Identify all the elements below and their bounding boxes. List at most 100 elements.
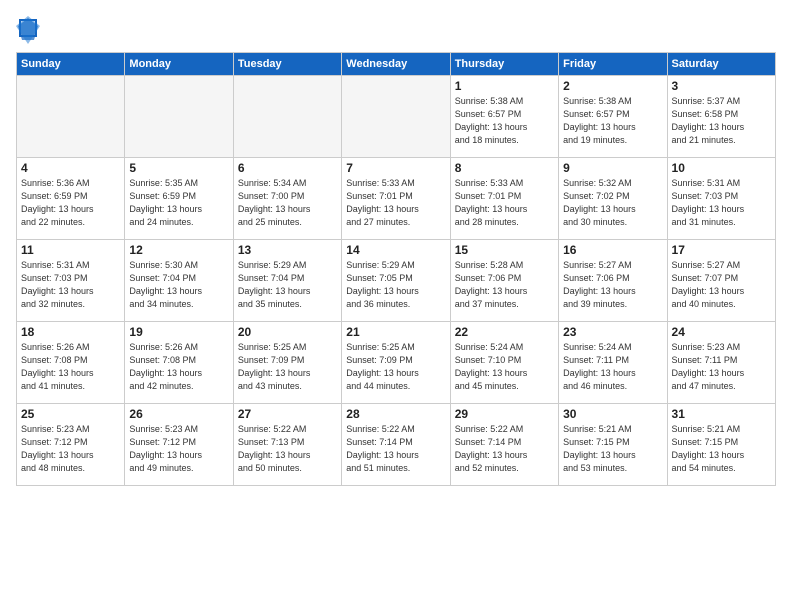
day-cell: 12 Sunrise: 5:30 AM Sunset: 7:04 PM Dayli…: [125, 240, 233, 322]
day-info: Sunrise: 5:22 AM Sunset: 7:13 PM Dayligh…: [238, 423, 337, 475]
day-info: Sunrise: 5:26 AM Sunset: 7:08 PM Dayligh…: [129, 341, 228, 393]
weekday-header-tuesday: Tuesday: [233, 53, 341, 76]
day-number: 7: [346, 161, 445, 175]
weekday-header-thursday: Thursday: [450, 53, 558, 76]
day-cell: 28 Sunrise: 5:22 AM Sunset: 7:14 PM Dayli…: [342, 404, 450, 486]
day-info: Sunrise: 5:37 AM Sunset: 6:58 PM Dayligh…: [672, 95, 771, 147]
day-cell: 27 Sunrise: 5:22 AM Sunset: 7:13 PM Dayli…: [233, 404, 341, 486]
day-number: 12: [129, 243, 228, 257]
day-info: Sunrise: 5:38 AM Sunset: 6:57 PM Dayligh…: [563, 95, 662, 147]
day-number: 25: [21, 407, 120, 421]
day-cell: 16Sunrise: 5:27 AM Sunset: 7:06 PM Dayli…: [559, 240, 667, 322]
day-number: 13: [238, 243, 337, 257]
day-info: Sunrise: 5:30 AM Sunset: 7:04 PM Dayligh…: [129, 259, 228, 311]
day-number: 1: [455, 79, 554, 93]
day-info: Sunrise: 5:24 AM Sunset: 7:11 PM Dayligh…: [563, 341, 662, 393]
day-number: 15: [455, 243, 554, 257]
day-info: Sunrise: 5:22 AM Sunset: 7:14 PM Dayligh…: [346, 423, 445, 475]
day-info: Sunrise: 5:32 AM Sunset: 7:02 PM Dayligh…: [563, 177, 662, 229]
day-cell: 31 Sunrise: 5:21 AM Sunset: 7:15 PM Dayli…: [667, 404, 775, 486]
week-row-4: 18 Sunrise: 5:26 AM Sunset: 7:08 PM Dayli…: [17, 322, 776, 404]
week-row-3: 11Sunrise: 5:31 AM Sunset: 7:03 PM Dayli…: [17, 240, 776, 322]
day-info: Sunrise: 5:21 AM Sunset: 7:15 PM Dayligh…: [563, 423, 662, 475]
day-cell: [342, 76, 450, 158]
day-info: Sunrise: 5:29 AM Sunset: 7:04 PM Dayligh…: [238, 259, 337, 311]
day-info: Sunrise: 5:35 AM Sunset: 6:59 PM Dayligh…: [129, 177, 228, 229]
day-number: 2: [563, 79, 662, 93]
day-info: Sunrise: 5:24 AM Sunset: 7:10 PM Dayligh…: [455, 341, 554, 393]
day-cell: 5 Sunrise: 5:35 AM Sunset: 6:59 PM Daylig…: [125, 158, 233, 240]
day-cell: [17, 76, 125, 158]
day-number: 14: [346, 243, 445, 257]
day-cell: 7 Sunrise: 5:33 AM Sunset: 7:01 PM Daylig…: [342, 158, 450, 240]
day-info: Sunrise: 5:21 AM Sunset: 7:15 PM Dayligh…: [672, 423, 771, 475]
day-number: 18: [21, 325, 120, 339]
day-info: Sunrise: 5:33 AM Sunset: 7:01 PM Dayligh…: [455, 177, 554, 229]
day-number: 9: [563, 161, 662, 175]
day-cell: 10Sunrise: 5:31 AM Sunset: 7:03 PM Dayli…: [667, 158, 775, 240]
day-cell: 15 Sunrise: 5:28 AM Sunset: 7:06 PM Dayli…: [450, 240, 558, 322]
page: SundayMondayTuesdayWednesdayThursdayFrid…: [0, 0, 792, 612]
day-number: 10: [672, 161, 771, 175]
day-cell: 29Sunrise: 5:22 AM Sunset: 7:14 PM Dayli…: [450, 404, 558, 486]
day-cell: 18 Sunrise: 5:26 AM Sunset: 7:08 PM Dayli…: [17, 322, 125, 404]
header: [16, 16, 776, 44]
day-cell: 30 Sunrise: 5:21 AM Sunset: 7:15 PM Dayli…: [559, 404, 667, 486]
day-cell: 20 Sunrise: 5:25 AM Sunset: 7:09 PM Dayli…: [233, 322, 341, 404]
day-info: Sunrise: 5:25 AM Sunset: 7:09 PM Dayligh…: [346, 341, 445, 393]
day-info: Sunrise: 5:28 AM Sunset: 7:06 PM Dayligh…: [455, 259, 554, 311]
day-cell: 24Sunrise: 5:23 AM Sunset: 7:11 PM Dayli…: [667, 322, 775, 404]
day-cell: 6 Sunrise: 5:34 AM Sunset: 7:00 PM Daylig…: [233, 158, 341, 240]
day-number: 4: [21, 161, 120, 175]
day-cell: 22Sunrise: 5:24 AM Sunset: 7:10 PM Dayli…: [450, 322, 558, 404]
weekday-header-sunday: Sunday: [17, 53, 125, 76]
day-number: 26: [129, 407, 228, 421]
day-number: 3: [672, 79, 771, 93]
day-number: 27: [238, 407, 337, 421]
day-info: Sunrise: 5:23 AM Sunset: 7:12 PM Dayligh…: [129, 423, 228, 475]
day-cell: 3 Sunrise: 5:37 AM Sunset: 6:58 PM Daylig…: [667, 76, 775, 158]
day-number: 28: [346, 407, 445, 421]
day-cell: 14Sunrise: 5:29 AM Sunset: 7:05 PM Dayli…: [342, 240, 450, 322]
day-info: Sunrise: 5:23 AM Sunset: 7:12 PM Dayligh…: [21, 423, 120, 475]
weekday-header-saturday: Saturday: [667, 53, 775, 76]
day-info: Sunrise: 5:27 AM Sunset: 7:06 PM Dayligh…: [563, 259, 662, 311]
week-row-1: 1 Sunrise: 5:38 AM Sunset: 6:57 PM Daylig…: [17, 76, 776, 158]
day-info: Sunrise: 5:34 AM Sunset: 7:00 PM Dayligh…: [238, 177, 337, 229]
day-info: Sunrise: 5:38 AM Sunset: 6:57 PM Dayligh…: [455, 95, 554, 147]
day-info: Sunrise: 5:25 AM Sunset: 7:09 PM Dayligh…: [238, 341, 337, 393]
week-row-5: 25 Sunrise: 5:23 AM Sunset: 7:12 PM Dayli…: [17, 404, 776, 486]
calendar: SundayMondayTuesdayWednesdayThursdayFrid…: [16, 52, 776, 486]
day-info: Sunrise: 5:23 AM Sunset: 7:11 PM Dayligh…: [672, 341, 771, 393]
weekday-header-friday: Friday: [559, 53, 667, 76]
day-cell: 1 Sunrise: 5:38 AM Sunset: 6:57 PM Daylig…: [450, 76, 558, 158]
day-info: Sunrise: 5:27 AM Sunset: 7:07 PM Dayligh…: [672, 259, 771, 311]
weekday-header-row: SundayMondayTuesdayWednesdayThursdayFrid…: [17, 53, 776, 76]
day-cell: 8Sunrise: 5:33 AM Sunset: 7:01 PM Daylig…: [450, 158, 558, 240]
day-cell: 9 Sunrise: 5:32 AM Sunset: 7:02 PM Daylig…: [559, 158, 667, 240]
day-number: 17: [672, 243, 771, 257]
day-info: Sunrise: 5:33 AM Sunset: 7:01 PM Dayligh…: [346, 177, 445, 229]
day-cell: 13 Sunrise: 5:29 AM Sunset: 7:04 PM Dayli…: [233, 240, 341, 322]
day-number: 19: [129, 325, 228, 339]
day-cell: 19 Sunrise: 5:26 AM Sunset: 7:08 PM Dayli…: [125, 322, 233, 404]
day-cell: [233, 76, 341, 158]
day-number: 21: [346, 325, 445, 339]
day-number: 23: [563, 325, 662, 339]
logo-icon: [16, 16, 40, 44]
day-cell: 26 Sunrise: 5:23 AM Sunset: 7:12 PM Dayli…: [125, 404, 233, 486]
day-info: Sunrise: 5:22 AM Sunset: 7:14 PM Dayligh…: [455, 423, 554, 475]
day-cell: 25 Sunrise: 5:23 AM Sunset: 7:12 PM Dayli…: [17, 404, 125, 486]
day-number: 5: [129, 161, 228, 175]
day-info: Sunrise: 5:26 AM Sunset: 7:08 PM Dayligh…: [21, 341, 120, 393]
day-number: 20: [238, 325, 337, 339]
day-number: 31: [672, 407, 771, 421]
day-cell: 23 Sunrise: 5:24 AM Sunset: 7:11 PM Dayli…: [559, 322, 667, 404]
week-row-2: 4 Sunrise: 5:36 AM Sunset: 6:59 PM Daylig…: [17, 158, 776, 240]
day-info: Sunrise: 5:36 AM Sunset: 6:59 PM Dayligh…: [21, 177, 120, 229]
day-number: 30: [563, 407, 662, 421]
day-number: 11: [21, 243, 120, 257]
logo: [16, 16, 42, 44]
day-cell: 11Sunrise: 5:31 AM Sunset: 7:03 PM Dayli…: [17, 240, 125, 322]
day-number: 6: [238, 161, 337, 175]
